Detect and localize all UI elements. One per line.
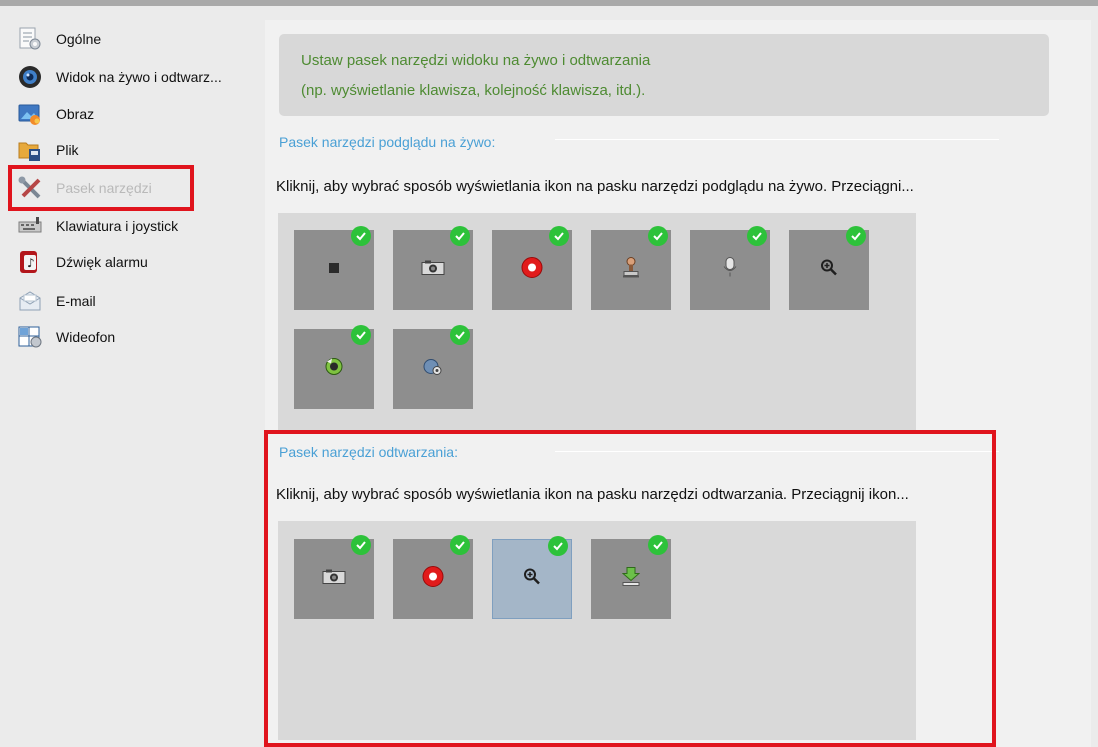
tools-icon bbox=[18, 176, 42, 200]
live-toolbar-section-title: Pasek narzędzi podglądu na żywo: bbox=[279, 134, 496, 150]
general-settings-icon bbox=[18, 27, 42, 51]
check-icon[interactable] bbox=[351, 535, 371, 555]
sidebar-item-keyboard-joystick[interactable]: Klawiatura i joystick bbox=[18, 210, 178, 242]
live-toolbar-instructions: Kliknij, aby wybrać sposób wyświetlania … bbox=[276, 178, 914, 195]
sidebar-item-label: Klawiatura i joystick bbox=[56, 218, 179, 234]
image-icon bbox=[18, 102, 42, 126]
keyboard-icon bbox=[18, 214, 42, 238]
sidebar-item-alarm-sound[interactable]: ♪ Dźwięk alarmu bbox=[18, 246, 148, 278]
stamp-icon bbox=[621, 257, 641, 284]
sidebar-item-file[interactable]: Plik bbox=[18, 134, 79, 166]
live-tile-ptz[interactable] bbox=[294, 325, 374, 409]
live-tile-zoom[interactable] bbox=[789, 226, 869, 310]
live-tile-audio[interactable] bbox=[690, 226, 770, 310]
check-icon[interactable] bbox=[648, 535, 668, 555]
sidebar-item-label: Plik bbox=[56, 142, 79, 158]
sidebar-item-label: Widok na żywo i odtwarz... bbox=[56, 69, 222, 85]
playback-tile-zoom[interactable] bbox=[492, 536, 572, 619]
microphone-icon bbox=[722, 257, 738, 284]
sidebar-item-label: Wideofon bbox=[56, 329, 116, 345]
file-folder-icon bbox=[18, 138, 42, 162]
description-line-2: (np. wyświetlanie klawisza, kolejność kl… bbox=[301, 82, 646, 99]
video-intercom-icon bbox=[18, 325, 42, 349]
check-icon[interactable] bbox=[450, 535, 470, 555]
check-icon[interactable] bbox=[351, 325, 371, 345]
digital-zoom-icon bbox=[820, 259, 838, 282]
live-tile-record[interactable] bbox=[492, 226, 572, 310]
sidebar-item-general[interactable]: Ogólne bbox=[18, 23, 101, 55]
toolbar-settings-panel: Ustaw pasek narzędzi widoku na żywo i od… bbox=[265, 20, 1091, 747]
section-divider bbox=[555, 451, 999, 452]
svg-text:♪: ♪ bbox=[27, 256, 35, 270]
sidebar-item-toolbar[interactable]: Pasek narzędzi bbox=[18, 172, 152, 204]
live-tile-stamp[interactable] bbox=[591, 226, 671, 310]
sidebar-item-label: Dźwięk alarmu bbox=[56, 254, 148, 270]
sidebar-item-label: Pasek narzędzi bbox=[56, 180, 152, 196]
check-icon[interactable] bbox=[747, 226, 767, 246]
description-box: Ustaw pasek narzędzi widoku na żywo i od… bbox=[279, 34, 1049, 116]
alarm-sound-icon: ♪ bbox=[18, 250, 42, 274]
description-line-1: Ustaw pasek narzędzi widoku na żywo i od… bbox=[301, 52, 651, 69]
playback-tile-record[interactable] bbox=[393, 535, 473, 619]
playback-toolbar-instructions: Kliknij, aby wybrać sposób wyświetlania … bbox=[276, 486, 909, 503]
ptz-control-icon bbox=[324, 357, 344, 382]
playback-tile-capture[interactable] bbox=[294, 535, 374, 619]
settings-sidebar: Ogólne Widok na żywo i odtwarz... Obraz bbox=[0, 6, 262, 747]
sidebar-item-label: Obraz bbox=[56, 106, 95, 122]
digital-zoom-icon bbox=[523, 568, 541, 591]
sidebar-item-label: E-mail bbox=[56, 293, 96, 309]
check-icon[interactable] bbox=[548, 536, 568, 556]
live-tile-capture[interactable] bbox=[393, 226, 473, 310]
check-icon[interactable] bbox=[450, 226, 470, 246]
section-divider bbox=[555, 139, 999, 140]
camera-capture-icon bbox=[421, 260, 445, 281]
sidebar-item-email[interactable]: E-mail bbox=[18, 285, 96, 317]
settings-gear-icon bbox=[423, 357, 443, 382]
check-icon[interactable] bbox=[648, 226, 668, 246]
stop-icon bbox=[328, 261, 340, 279]
live-tile-settings[interactable] bbox=[393, 325, 473, 409]
playback-toolbar-section-title: Pasek narzędzi odtwarzania: bbox=[279, 444, 458, 460]
check-icon[interactable] bbox=[351, 226, 371, 246]
sidebar-item-live-view[interactable]: Widok na żywo i odtwarz... bbox=[18, 61, 222, 93]
sidebar-item-label: Ogólne bbox=[56, 31, 102, 47]
camera-capture-icon bbox=[322, 569, 346, 590]
sidebar-item-video-intercom[interactable]: Wideofon bbox=[18, 321, 115, 353]
record-icon bbox=[422, 566, 444, 593]
live-tile-stop[interactable] bbox=[294, 226, 374, 310]
email-icon bbox=[18, 289, 42, 313]
live-view-icon bbox=[18, 65, 42, 89]
playback-tile-download[interactable] bbox=[591, 535, 671, 619]
playback-toolbar-icon-panel bbox=[278, 521, 916, 740]
record-icon bbox=[521, 257, 543, 284]
check-icon[interactable] bbox=[846, 226, 866, 246]
check-icon[interactable] bbox=[450, 325, 470, 345]
sidebar-item-image[interactable]: Obraz bbox=[18, 98, 94, 130]
live-toolbar-icon-panel bbox=[278, 213, 916, 433]
download-icon bbox=[621, 567, 641, 592]
check-icon[interactable] bbox=[549, 226, 569, 246]
